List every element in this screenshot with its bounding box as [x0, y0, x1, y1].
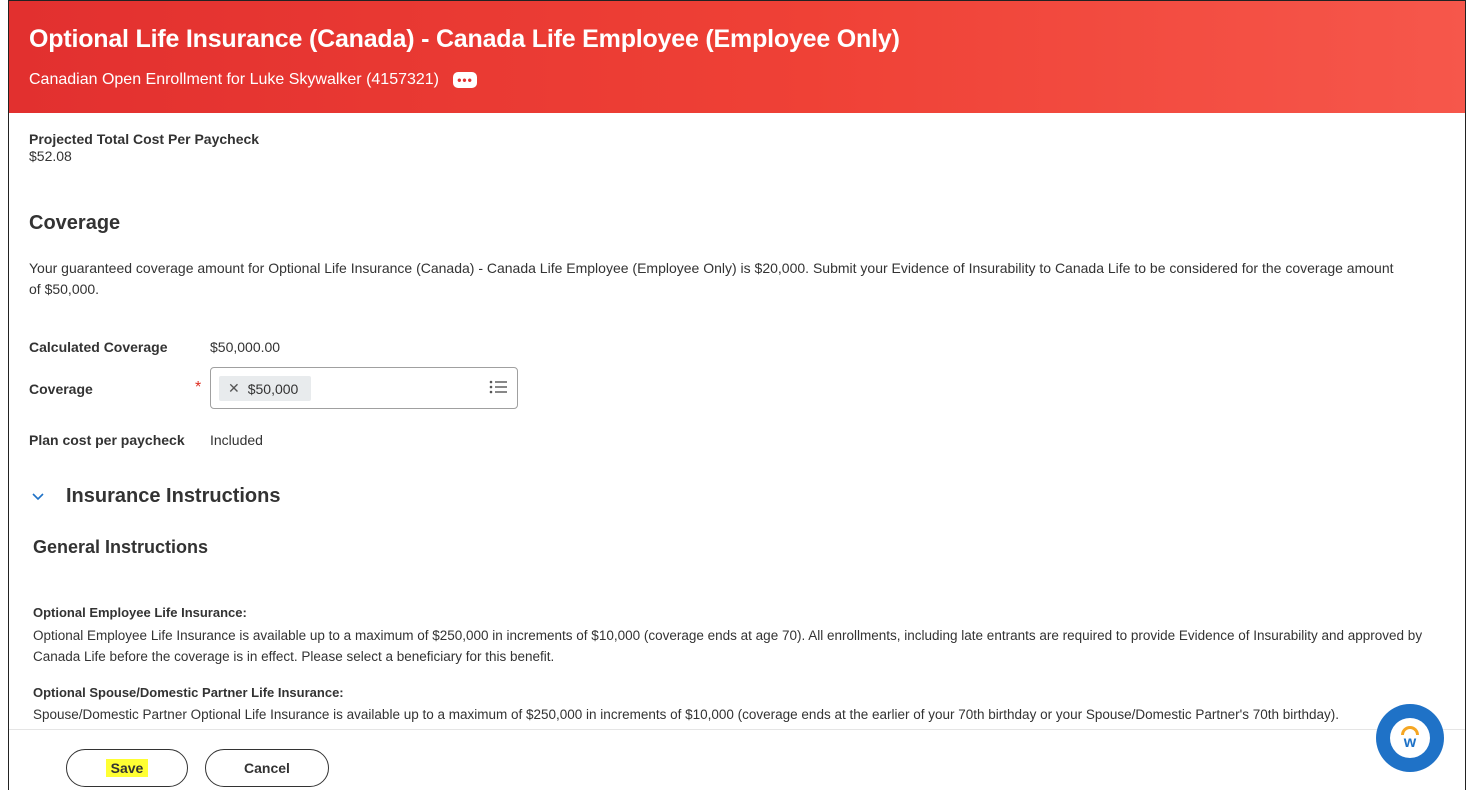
plan-cost-value: Included: [210, 432, 263, 448]
related-actions-button[interactable]: •••: [453, 72, 478, 88]
instruction-title: Optional Employee Life Insurance:: [33, 605, 247, 620]
projected-cost-value: $52.08: [29, 148, 72, 164]
cancel-button[interactable]: Cancel: [205, 749, 329, 787]
workday-assistant-button[interactable]: w: [1376, 704, 1444, 772]
workday-assistant-icon: w: [1390, 718, 1430, 758]
required-indicator: *: [195, 379, 202, 396]
calculated-coverage-row: Calculated Coverage $50,000.00: [29, 339, 280, 355]
selected-coverage-value: $50,000: [247, 380, 299, 397]
calculated-coverage-label: Calculated Coverage: [29, 339, 168, 355]
coverage-prompt-input[interactable]: ✕ $50,000: [210, 367, 518, 409]
selected-coverage-pill: ✕ $50,000: [219, 376, 311, 401]
enrollment-event-label: Canadian Open Enrollment for Luke Skywal…: [29, 71, 440, 88]
prompt-list-icon[interactable]: [489, 380, 507, 399]
general-instructions-heading: General Instructions: [33, 537, 209, 557]
page-subtitle: Canadian Open Enrollment for Luke Skywal…: [29, 71, 478, 89]
chevron-down-icon[interactable]: [31, 488, 45, 506]
instruction-title: Optional Spouse/Domestic Partner Life In…: [33, 685, 344, 700]
save-button-label: Save: [105, 759, 149, 777]
plan-cost-row: Plan cost per paycheck Included: [29, 432, 263, 448]
plan-cost-label: Plan cost per paycheck: [29, 432, 185, 448]
instruction-body: Optional Employee Life Insurance is avai…: [33, 628, 1423, 664]
workday-letter: w: [1403, 734, 1417, 751]
instruction-body: Spouse/Domestic Partner Optional Life In…: [33, 707, 1340, 722]
page-title: Optional Life Insurance (Canada) - Canad…: [29, 25, 900, 53]
app-window: Optional Life Insurance (Canada) - Canad…: [8, 0, 1466, 790]
coverage-heading: Coverage: [29, 212, 121, 234]
more-icon: •••: [457, 73, 473, 87]
projected-cost-label: Projected Total Cost Per Paycheck: [29, 131, 260, 147]
insurance-instructions-heading[interactable]: Insurance Instructions: [66, 485, 281, 508]
cancel-button-label: Cancel: [244, 760, 290, 776]
save-button[interactable]: Save: [66, 749, 188, 787]
insurance-instructions-label: Insurance Instructions: [66, 485, 281, 507]
calculated-coverage-value: $50,000.00: [210, 339, 281, 355]
page-header: Optional Life Insurance (Canada) - Canad…: [9, 1, 1465, 113]
coverage-description: Your guaranteed coverage amount for Opti…: [29, 260, 1394, 297]
workday-arc-icon: [1401, 726, 1419, 735]
coverage-label: Coverage: [29, 381, 93, 397]
remove-selection-icon[interactable]: ✕: [228, 380, 240, 397]
